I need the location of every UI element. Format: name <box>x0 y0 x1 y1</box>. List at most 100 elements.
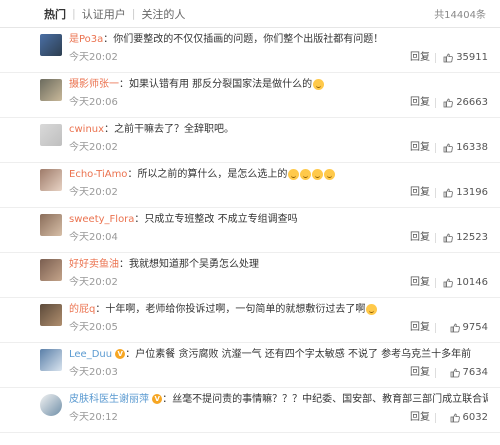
comment-username[interactable]: 皮肤科医生谢丽萍 <box>69 394 149 405</box>
comment-content: 皮肤科医生谢丽萍 V ：丝毫不提问责的事情嘛？？？中纪委、国安部、教育部三部门成立… <box>69 393 488 407</box>
thumbs-up-icon <box>450 323 460 333</box>
verified-badge-icon: V <box>115 349 126 359</box>
comment-username[interactable]: sweety_Flora <box>69 214 134 225</box>
comment-item: 好好卖鱼油：我就想知道那个吴勇怎么处理 今天20:02 回复 10146 <box>0 253 500 298</box>
like-count: 10146 <box>456 277 488 288</box>
colon: ： <box>127 169 138 180</box>
avatar[interactable] <box>40 349 62 371</box>
comment-meta: 今天20:12 回复 6032 <box>69 411 488 425</box>
avatar[interactable] <box>40 34 62 56</box>
reply-button[interactable]: 回复 <box>410 276 430 290</box>
like-count: 35911 <box>456 52 488 63</box>
tab-verified-users[interactable]: 认证用户 <box>82 6 126 22</box>
tab-following[interactable]: 关注的人 <box>141 6 185 22</box>
thumbs-up-icon <box>443 53 454 63</box>
comment-username[interactable]: cwinux <box>69 124 104 135</box>
comment-text: 丝毫不提问责的事情嘛？？？中纪委、国安部、教育部三部门成立联合调查组吧！ <box>172 394 488 405</box>
comment-content: cwinux：之前干嘛去了？全辞职吧。 <box>69 123 488 137</box>
comment-item: 的屁q：十年啊，老师给你投诉过啊，一句简单的就想敷衍过去了啊 今天20:05 回复 9… <box>0 298 500 343</box>
thumbs-up-icon <box>450 368 460 378</box>
reply-button[interactable]: 回复 <box>410 96 430 110</box>
like-button[interactable]: 16338 <box>443 141 488 155</box>
comment-content: 的屁q：十年啊，老师给你投诉过啊，一句简单的就想敷衍过去了啊 <box>69 303 488 317</box>
reply-button[interactable]: 回复 <box>410 231 430 245</box>
verified-badge-icon: V <box>152 394 163 404</box>
comment-list: 是Po3a：你们要整改的不仅仅插画的问题，你们整个出版社都有问题！ 今天20:02… <box>0 28 500 433</box>
comment-time: 今天20:02 <box>69 277 118 288</box>
like-button[interactable]: 12523 <box>443 231 488 245</box>
comment-text: 我就想知道那个吴勇怎么处理 <box>129 259 259 270</box>
like-button[interactable]: 13196 <box>443 186 488 200</box>
divider <box>435 368 436 378</box>
comment-content: Lee_Duu V ：户位素餐 贪污腐败 沆瀣一气 还有四个字太敏感 不说了 参考… <box>69 348 488 362</box>
comment-item: Lee_Duu V ：户位素餐 贪污腐败 沆瀣一气 还有四个字太敏感 不说了 参考… <box>0 343 500 388</box>
comment-text: 户位素餐 贪污腐败 沆瀣一气 还有四个字太敏感 不说了 参考乌克兰十多年前 <box>135 349 472 360</box>
colon: ： <box>162 394 173 405</box>
comment-username[interactable]: 是Po3a <box>69 34 103 45</box>
divider <box>435 143 436 153</box>
like-button[interactable]: 35911 <box>443 51 488 65</box>
avatar[interactable] <box>40 79 62 101</box>
comment-item: 是Po3a：你们要整改的不仅仅插画的问题，你们整个出版社都有问题！ 今天20:02… <box>0 28 500 73</box>
thumbs-up-icon <box>443 98 454 108</box>
colon: ： <box>119 259 129 270</box>
avatar[interactable] <box>40 169 62 191</box>
comment-text: 之前干嘛去了？全辞职吧。 <box>114 124 235 135</box>
comment-meta: 今天20:04 回复 12523 <box>69 231 488 245</box>
avatar[interactable] <box>40 259 62 281</box>
like-count: 16338 <box>456 142 488 153</box>
like-button[interactable]: 9754 <box>450 321 488 335</box>
comment-text: 你们要整改的不仅仅插画的问题，你们整个出版社都有问题！ <box>113 34 384 45</box>
emoji-icon <box>324 168 336 180</box>
comment-username[interactable]: 好好卖鱼油 <box>69 259 119 270</box>
comment-text: 只成立专班整改 不成立专组调查吗 <box>144 214 298 225</box>
comment-time: 今天20:05 <box>69 322 118 333</box>
avatar[interactable] <box>40 304 62 326</box>
comment-meta: 今天20:05 回复 9754 <box>69 321 488 335</box>
comment-username[interactable]: Lee_Duu <box>69 349 112 360</box>
reply-button[interactable]: 回复 <box>410 321 430 335</box>
comment-username[interactable]: 摄影师张一 <box>69 79 119 90</box>
like-count: 6032 <box>462 412 488 423</box>
colon: ： <box>119 79 129 90</box>
comment-content: 是Po3a：你们要整改的不仅仅插画的问题，你们整个出版社都有问题！ <box>69 33 488 47</box>
tab-hot[interactable]: 热门 <box>44 6 66 22</box>
comment-username[interactable]: 的屁q <box>69 304 95 315</box>
comment-meta: 今天20:06 回复 26663 <box>69 96 488 110</box>
comment-time: 今天20:02 <box>69 52 118 63</box>
reply-button[interactable]: 回复 <box>410 366 430 380</box>
comment-time: 今天20:06 <box>69 97 118 108</box>
total-count: 共14404条 <box>434 10 486 21</box>
comment-text: 十年啊，老师给你投诉过啊，一句简单的就想敷衍过去了啊 <box>105 304 366 315</box>
reply-button[interactable]: 回复 <box>410 186 430 200</box>
reply-button[interactable]: 回复 <box>410 51 430 65</box>
like-button[interactable]: 26663 <box>443 96 488 110</box>
comment-username[interactable]: Echo-TiAmo <box>69 169 127 180</box>
tab-separator: | <box>131 7 136 20</box>
comment-time: 今天20:02 <box>69 142 118 153</box>
avatar[interactable] <box>40 394 62 416</box>
comment-content: 摄影师张一：如果认错有用 那反分裂国家法是做什么的 <box>69 78 488 92</box>
like-count: 13196 <box>456 187 488 198</box>
divider <box>435 413 436 423</box>
emoji-icon <box>288 168 300 180</box>
comment-text: 如果认错有用 那反分裂国家法是做什么的 <box>129 79 313 90</box>
divider <box>435 188 436 198</box>
avatar[interactable] <box>40 124 62 146</box>
tab-separator: | <box>72 7 76 20</box>
reply-button[interactable]: 回复 <box>410 411 430 425</box>
like-button[interactable]: 10146 <box>443 276 488 290</box>
avatar[interactable] <box>40 214 62 236</box>
comment-item: 皮肤科医生谢丽萍 V ：丝毫不提问责的事情嘛？？？中纪委、国安部、教育部三部门成立… <box>0 388 500 433</box>
like-button[interactable]: 6032 <box>450 411 488 425</box>
emoji-icon <box>312 168 324 180</box>
reply-button[interactable]: 回复 <box>410 141 430 155</box>
comment-meta: 今天20:02 回复 35911 <box>69 51 488 65</box>
emoji-icon <box>300 168 312 180</box>
comment-time: 今天20:02 <box>69 187 118 198</box>
comment-time: 今天20:03 <box>69 367 118 378</box>
comment-content: sweety_Flora：只成立专班整改 不成立专组调查吗 <box>69 213 488 227</box>
like-button[interactable]: 7634 <box>450 366 488 380</box>
like-count: 26663 <box>456 97 488 108</box>
comment-item: Echo-TiAmo：所以之前的算什么，是怎么选上的 今天20:02 回复 13196 <box>0 163 500 208</box>
